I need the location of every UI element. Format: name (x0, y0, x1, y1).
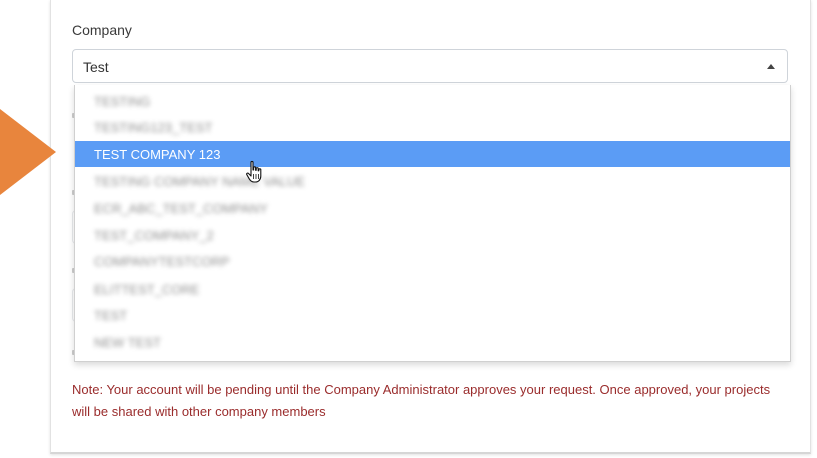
orange-pointer-arrow (0, 109, 56, 195)
dropdown-option[interactable]: TESTING COMPANY NAME VALUE (75, 169, 790, 195)
company-select[interactable]: Test (72, 49, 788, 83)
dropdown-option[interactable]: TEST_COMPANY_2 (75, 223, 790, 249)
dropdown-option[interactable]: NEW TEST (75, 330, 790, 356)
pending-approval-note: Note: Your account will be pending until… (72, 382, 771, 419)
option-label: TESTING123_TEST (94, 120, 213, 135)
dropdown-option-highlighted[interactable]: TEST COMPANY 123 (75, 141, 790, 167)
dropdown-option[interactable]: COMPANYTESTCORP (75, 249, 790, 275)
option-label: ECR_ABC_TEST_COMPANY (94, 201, 268, 216)
option-label: COMPANYTESTCORP (94, 254, 230, 269)
caret-up-icon[interactable] (767, 64, 775, 69)
option-label: TESTING COMPANY NAME VALUE (94, 174, 305, 189)
option-label: TEST (94, 308, 128, 323)
dropdown-option[interactable]: TEST (75, 303, 790, 329)
company-dropdown-list: TESTING TESTING123_TEST TEST COMPANY 123… (74, 85, 791, 362)
hand-pointer-icon (246, 160, 262, 183)
dropdown-option[interactable]: ECR_ABC_TEST_COMPANY (75, 196, 790, 222)
dropdown-option[interactable]: ELITTEST_CORE (75, 277, 790, 303)
dropdown-option[interactable]: TESTING (75, 89, 790, 115)
option-label: ELITTEST_CORE (94, 282, 200, 297)
option-label: TEST_COMPANY_2 (94, 228, 214, 243)
dropdown-option[interactable]: TESTING123_TEST (75, 115, 790, 141)
option-label: TEST COMPANY 123 (94, 147, 221, 162)
option-label: TESTING (94, 94, 151, 109)
option-label: NEW TEST (94, 335, 161, 350)
company-select-value: Test (83, 59, 109, 75)
company-field-label: Company (72, 22, 132, 38)
